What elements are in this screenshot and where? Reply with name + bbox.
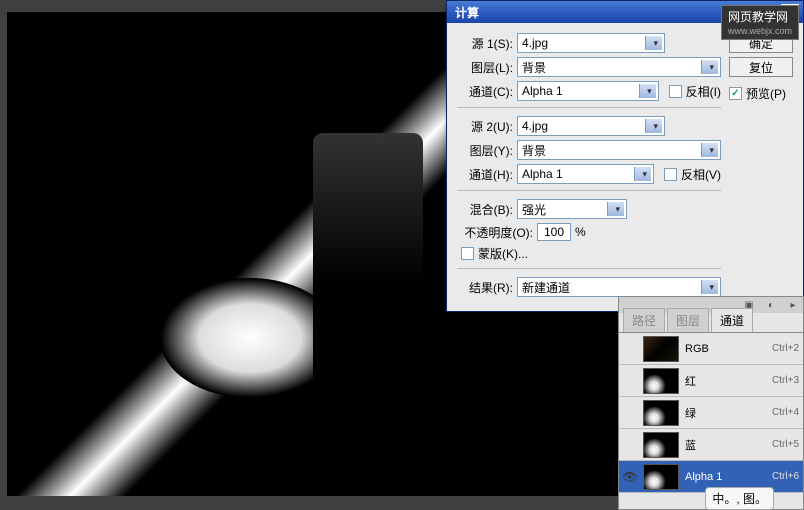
channel-row[interactable]: RGB Ctrl+2: [619, 333, 803, 365]
channel-list: RGB Ctrl+2 红 Ctrl+3 绿 Ctrl+4 蓝 Ctrl+5 👁 Alpha 1 Ct…: [619, 333, 803, 509]
source2-label: 源 2(U):: [457, 118, 513, 135]
opacity-suffix: %: [575, 225, 586, 239]
source1-invert-checkbox[interactable]: [669, 85, 682, 98]
result-label: 结果(R):: [457, 279, 513, 296]
source1-channel-label: 通道(C):: [457, 83, 513, 100]
chevron-down-icon: ▾: [709, 62, 714, 73]
channel-shortcut: Ctrl+6: [772, 471, 799, 482]
channel-thumbnail: [643, 336, 679, 362]
source2-channel-dropdown[interactable]: Alpha 1▾: [517, 164, 654, 184]
quickmask-icon[interactable]: ◐: [765, 299, 777, 311]
channels-panel: ▣ ◐ ▸ 路径 图层 通道 RGBCtrl+2红Ctrl+3绿Ctrl+4蓝C…: [618, 296, 804, 510]
watermark: 网页教学网 www.webjx.com: [721, 5, 799, 40]
channel-name: RGB: [685, 343, 766, 355]
ime-status[interactable]: 中。, 图。: [705, 487, 774, 510]
calculations-dialog: 计算 × 源 1(S): 4.jpg▾ 图层(L): 背景▾ 通道(C): Al…: [446, 0, 804, 312]
mask-checkbox[interactable]: [461, 247, 474, 260]
tab-layers[interactable]: 图层: [667, 308, 709, 332]
blending-dropdown[interactable]: 强光▾: [517, 199, 627, 219]
channel-thumbnail: [643, 400, 679, 426]
channel-shortcut: Ctrl+2: [772, 343, 799, 354]
channel-row[interactable]: 绿 Ctrl+4: [619, 397, 803, 429]
panel-menu-icon[interactable]: ▸: [787, 299, 799, 311]
chevron-down-icon: ▾: [653, 38, 658, 49]
divider: [457, 107, 721, 108]
channel-row[interactable]: 蓝 Ctrl+5: [619, 429, 803, 461]
source1-channel-dropdown[interactable]: Alpha 1▾: [517, 81, 659, 101]
channel-shortcut: Ctrl+5: [772, 439, 799, 450]
mask-label: 蒙版(K)...: [478, 245, 528, 262]
chevron-down-icon: ▾: [709, 145, 714, 156]
source2-channel-label: 通道(H):: [457, 166, 513, 183]
channel-name: 绿: [685, 405, 766, 421]
watermark-url: www.webjx.com: [728, 26, 792, 36]
source2-dropdown[interactable]: 4.jpg▾: [517, 116, 665, 136]
source2-invert-label: 反相(V): [681, 166, 721, 183]
source2-layer-label: 图层(Y):: [457, 142, 513, 159]
preview-checkbox[interactable]: [729, 87, 742, 100]
blending-label: 混合(B):: [457, 201, 513, 218]
channel-name: 红: [685, 373, 766, 389]
channel-row[interactable]: 红 Ctrl+3: [619, 365, 803, 397]
opacity-label: 不透明度(O):: [457, 224, 533, 241]
source1-layer-label: 图层(L):: [457, 59, 513, 76]
result-dropdown[interactable]: 新建通道▾: [517, 277, 721, 297]
channel-name: Alpha 1: [685, 471, 766, 483]
source1-layer-dropdown[interactable]: 背景▾: [517, 57, 721, 77]
source1-label: 源 1(S):: [457, 35, 513, 52]
source2-invert-checkbox[interactable]: [664, 168, 677, 181]
chevron-down-icon: ▾: [709, 282, 714, 293]
channel-thumbnail: [643, 368, 679, 394]
chevron-down-icon: ▾: [647, 86, 652, 97]
reset-button[interactable]: 复位: [729, 57, 793, 77]
preview-label: 预览(P): [746, 85, 786, 102]
channel-name: 蓝: [685, 437, 766, 453]
visibility-icon[interactable]: 👁: [623, 470, 637, 484]
tab-paths[interactable]: 路径: [623, 308, 665, 332]
channel-shortcut: Ctrl+4: [772, 407, 799, 418]
visibility-icon[interactable]: [623, 438, 637, 452]
chevron-down-icon: ▾: [653, 121, 658, 132]
channel-thumbnail: [643, 464, 679, 490]
source1-dropdown[interactable]: 4.jpg▾: [517, 33, 665, 53]
channel-shortcut: Ctrl+3: [772, 375, 799, 386]
divider: [457, 268, 721, 269]
visibility-icon[interactable]: [623, 342, 637, 356]
opacity-input[interactable]: 100: [537, 223, 571, 241]
watermark-title: 网页教学网: [728, 10, 788, 24]
visibility-icon[interactable]: [623, 406, 637, 420]
tab-channels[interactable]: 通道: [711, 308, 753, 332]
source1-invert-label: 反相(I): [686, 83, 721, 100]
chevron-down-icon: ▾: [615, 204, 620, 215]
visibility-icon[interactable]: [623, 374, 637, 388]
source2-layer-dropdown[interactable]: 背景▾: [517, 140, 721, 160]
chevron-down-icon: ▾: [642, 169, 647, 180]
divider: [457, 190, 721, 191]
panel-tabs: 路径 图层 通道: [619, 313, 803, 333]
channel-thumbnail: [643, 432, 679, 458]
